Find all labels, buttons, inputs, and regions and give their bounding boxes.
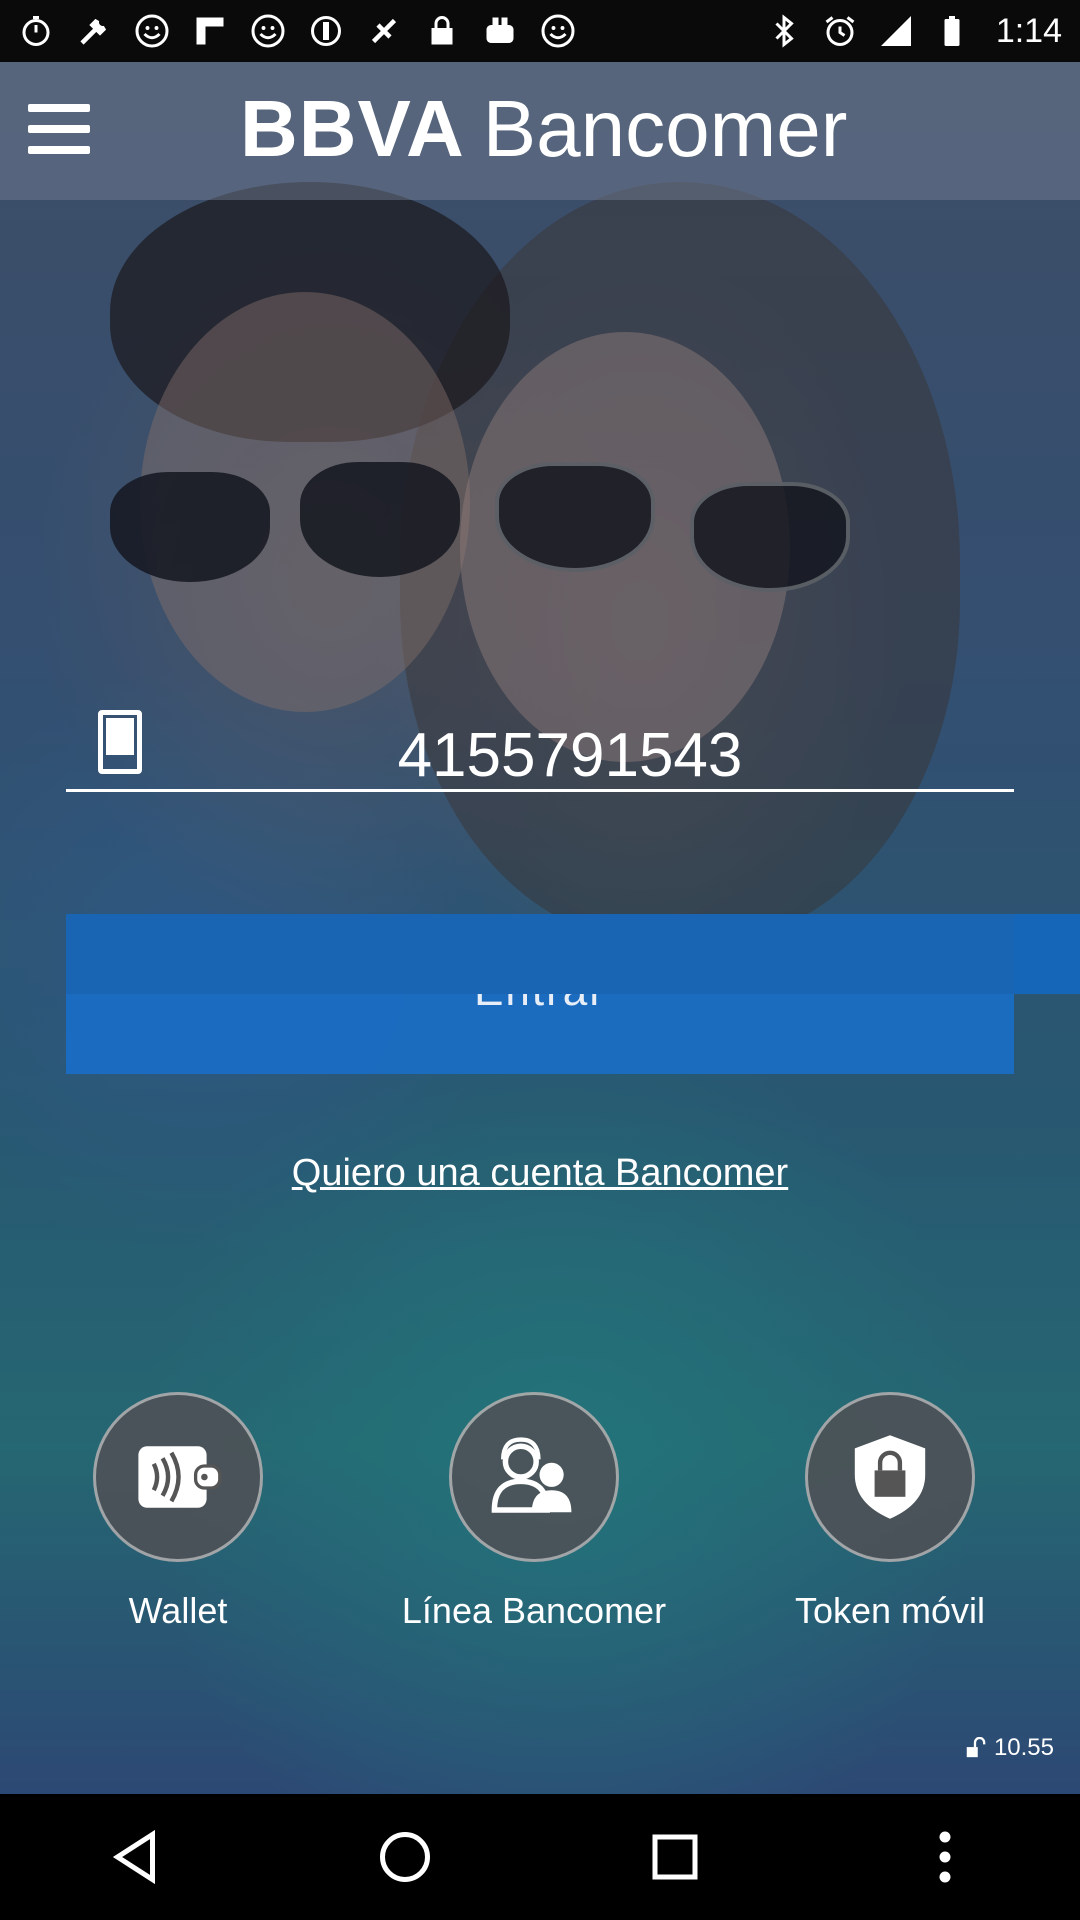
open-account-link[interactable]: Quiero una cuenta Bancomer — [0, 1152, 1080, 1195]
battery-icon — [934, 13, 970, 49]
stopwatch-icon — [18, 13, 54, 49]
wallet-icon — [93, 1392, 263, 1562]
menu-icon-bar — [28, 104, 90, 112]
support-agents-icon — [449, 1392, 619, 1562]
menu-icon-bar — [28, 125, 90, 133]
app-screen: BBVABancomer Entrar Quiero una cuenta Ba… — [0, 62, 1080, 1794]
fake-gps-icon — [366, 13, 402, 49]
app-header: BBVA Bancomer — [0, 62, 1080, 200]
back-button[interactable] — [95, 1817, 175, 1897]
logo-bbva: BBVA — [240, 84, 465, 173]
flipboard-icon — [192, 13, 228, 49]
logo-bancomer: Bancomer — [482, 84, 848, 173]
token-movil-label: Token móvil — [794, 1590, 986, 1631]
linea-bancomer-shortcut[interactable]: Línea Bancomer — [374, 1392, 694, 1632]
notification-icons — [18, 13, 766, 49]
status-bar: 1:14 — [0, 0, 1080, 62]
coin-icon — [308, 13, 344, 49]
bluetooth-icon — [766, 13, 802, 49]
smiley-icon — [540, 13, 576, 49]
unlock-icon — [966, 1737, 986, 1758]
recents-button[interactable] — [635, 1817, 715, 1897]
back-triangle-icon — [112, 1829, 155, 1885]
linea-bancomer-label: Línea Bancomer — [401, 1590, 667, 1631]
wrench-icon — [76, 13, 112, 49]
home-button[interactable] — [365, 1817, 445, 1897]
overflow-menu-button[interactable] — [905, 1817, 985, 1897]
phone-number-field[interactable] — [66, 722, 1014, 792]
more-vertical-icon — [939, 1831, 951, 1883]
bbva-bancomer-logo: BBVA Bancomer — [240, 84, 847, 174]
app-version: 10.55 — [964, 1734, 1054, 1762]
alarm-icon — [822, 13, 858, 49]
wallet-shortcut[interactable]: Wallet — [18, 1392, 338, 1632]
smiley-icon — [134, 13, 170, 49]
menu-icon-bar — [28, 146, 90, 154]
recents-square-icon — [652, 1834, 698, 1880]
home-circle-icon — [380, 1832, 430, 1882]
toaster-icon — [482, 13, 518, 49]
enter-button[interactable]: Entrar — [66, 914, 1014, 1074]
token-movil-shortcut[interactable]: Token móvil — [730, 1392, 1050, 1632]
security-lock-icon — [805, 1392, 975, 1562]
lock-icon — [424, 13, 460, 49]
signal-icon — [878, 13, 914, 49]
wallet-label: Wallet — [128, 1590, 228, 1631]
menu-button[interactable] — [28, 104, 90, 154]
version-number: 10.55 — [993, 1734, 1054, 1761]
status-time: 1:14 — [995, 11, 1062, 50]
enter-button-overlay — [66, 914, 1014, 994]
smiley-icon — [250, 13, 286, 49]
system-navigation-bar — [0, 1794, 1080, 1920]
